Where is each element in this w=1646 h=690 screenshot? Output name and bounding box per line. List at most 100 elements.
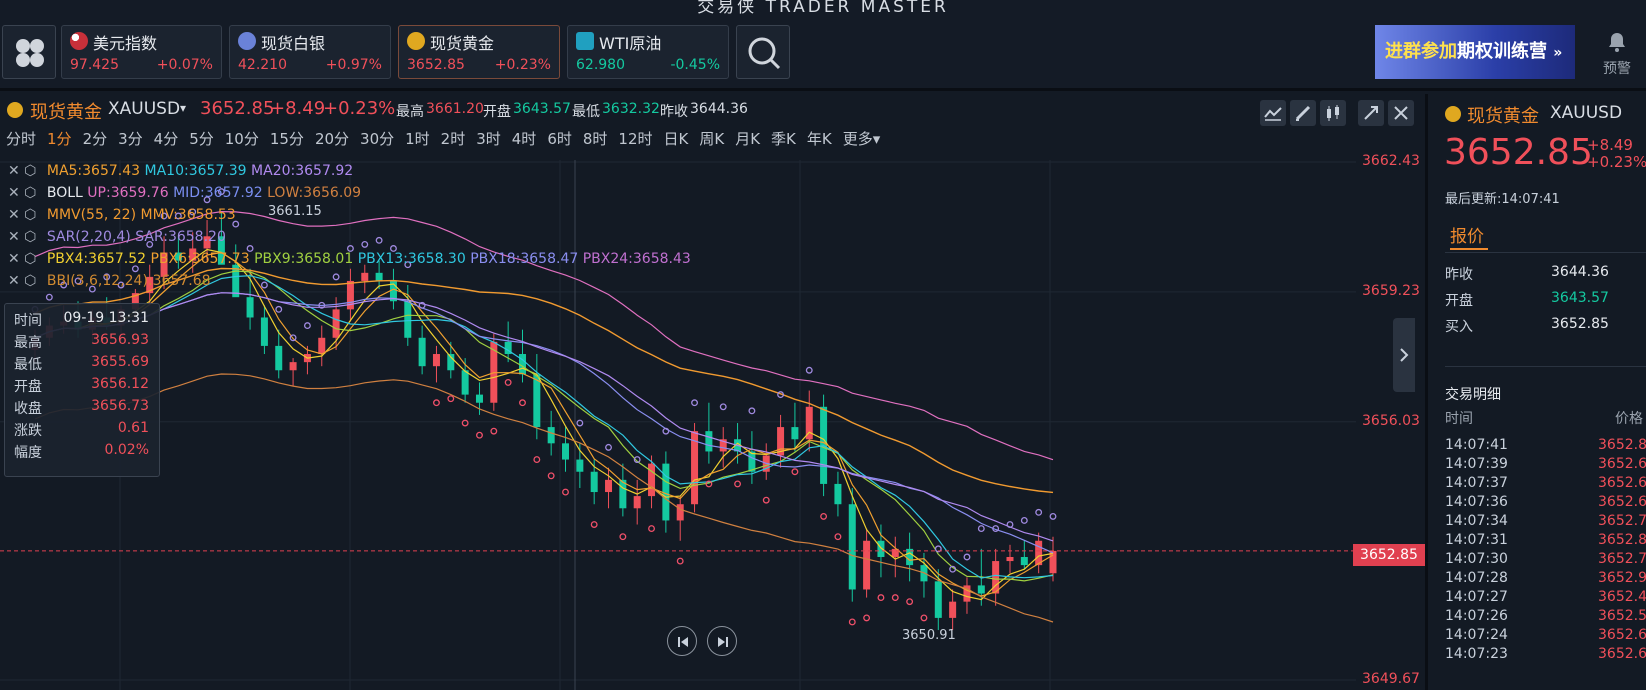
collapse-button[interactable] bbox=[1358, 100, 1384, 126]
tile-gold[interactable]: 现货黄金 3652.85 +0.23% bbox=[398, 25, 560, 79]
sar-dot bbox=[762, 496, 770, 504]
period-tab[interactable]: 20分 bbox=[315, 130, 349, 148]
sar-dot bbox=[820, 512, 828, 520]
period-tab[interactable]: 3分 bbox=[118, 130, 143, 148]
period-tab[interactable]: 年K bbox=[807, 130, 832, 148]
period-tab[interactable]: 5分 bbox=[189, 130, 214, 148]
open-value: 3643.57 bbox=[513, 101, 571, 117]
indicator-row-mmv: ✕ ⬡ MMV(55, 22) MMV:3658.53 bbox=[8, 207, 236, 223]
trade-time: 14:07:26 bbox=[1445, 608, 1508, 624]
candle bbox=[977, 585, 985, 594]
tile-change: -0.45% bbox=[670, 57, 720, 73]
sar-dot bbox=[676, 557, 684, 565]
tooltip-row: 涨跌 0.61 bbox=[14, 420, 149, 442]
period-tab[interactable]: 4时 bbox=[512, 130, 537, 148]
pencil-icon bbox=[1295, 105, 1311, 121]
candle bbox=[418, 337, 426, 367]
pbx9-line bbox=[34, 270, 1054, 582]
trade-time: 14:07:30 bbox=[1445, 551, 1508, 567]
candle bbox=[432, 354, 440, 367]
search-button[interactable] bbox=[736, 25, 790, 79]
period-tab[interactable]: 6时 bbox=[547, 130, 572, 148]
close-icon[interactable]: ✕ ⬡ bbox=[8, 185, 36, 201]
candle-tooltip: 时间 09-19 13:31 最高 3656.93 最低 3655.69 开盘 3656.12… bbox=[4, 303, 160, 477]
draw-tool-button[interactable] bbox=[1290, 100, 1316, 126]
candle bbox=[791, 427, 799, 440]
candle bbox=[260, 317, 268, 346]
tooltip-key: 最低 bbox=[14, 357, 42, 373]
period-tab[interactable]: 1分 bbox=[47, 130, 72, 148]
tooltip-key: 开盘 bbox=[14, 379, 42, 395]
tooltip-key: 时间 bbox=[14, 313, 42, 329]
apps-grid-button[interactable] bbox=[2, 25, 56, 79]
prev-button[interactable] bbox=[667, 626, 697, 656]
period-tab[interactable]: 日K bbox=[664, 130, 689, 148]
candle bbox=[1020, 556, 1028, 566]
tile-silver[interactable]: 现货白银 42.210 +0.97% bbox=[229, 25, 391, 79]
close-icon[interactable]: ✕ ⬡ bbox=[8, 229, 36, 245]
period-tab[interactable]: 15分 bbox=[270, 130, 304, 148]
candle bbox=[332, 309, 340, 338]
tile-price: 62.980 bbox=[576, 57, 625, 73]
close-icon[interactable]: ✕ ⬡ bbox=[8, 251, 36, 267]
period-tab[interactable]: 8时 bbox=[583, 130, 608, 148]
sar-dot bbox=[1020, 517, 1028, 524]
trade-time: 14:07:37 bbox=[1445, 475, 1508, 491]
period-tab[interactable]: 月K bbox=[735, 130, 760, 148]
sar-dot bbox=[963, 553, 971, 561]
shrink-icon bbox=[1364, 106, 1378, 120]
sar-dot bbox=[447, 395, 455, 403]
chevron-down-icon[interactable]: ▾ bbox=[180, 101, 186, 115]
period-tab[interactable]: 3时 bbox=[476, 130, 501, 148]
candle-type-button[interactable] bbox=[1320, 100, 1346, 126]
trade-price: 3652.68 bbox=[1598, 456, 1646, 472]
trade-time: 14:07:39 bbox=[1445, 456, 1508, 472]
period-tab[interactable]: 2时 bbox=[441, 130, 466, 148]
trade-price: 3652.77 bbox=[1598, 551, 1646, 567]
period-tab[interactable]: 4分 bbox=[154, 130, 179, 148]
tooltip-row: 最高 3656.93 bbox=[14, 332, 149, 354]
alarm-button[interactable]: 预警 bbox=[1592, 30, 1642, 78]
symbol-code[interactable]: XAUUSD bbox=[108, 99, 180, 119]
sar-dot bbox=[863, 614, 871, 622]
indicator-row-pbx: ✕ ⬡ PBX4:3657.52 PBX6:3657.73 PBX9:3658.… bbox=[8, 251, 691, 267]
ma20-line bbox=[34, 292, 1054, 542]
quote-key: 买入 bbox=[1445, 319, 1473, 335]
candle bbox=[605, 479, 613, 493]
close-icon[interactable]: ✕ ⬡ bbox=[8, 207, 36, 223]
trade-time: 14:07:28 bbox=[1445, 570, 1508, 586]
next-button[interactable] bbox=[707, 626, 737, 656]
period-tab[interactable]: 10分 bbox=[225, 130, 259, 148]
tile-usd-index[interactable]: 美元指数 97.425 +0.07% bbox=[61, 25, 222, 79]
period-tab[interactable]: 季K bbox=[771, 130, 796, 148]
candle bbox=[834, 483, 842, 505]
tab-quote[interactable]: 报价 bbox=[1450, 222, 1484, 247]
banner-text: 期权训练营 bbox=[1457, 41, 1547, 62]
period-tab[interactable]: 周K bbox=[699, 130, 724, 148]
indicator-tool-button[interactable] bbox=[1260, 100, 1286, 126]
tile-wti-oil[interactable]: WTI原油 62.980 -0.45% bbox=[567, 25, 729, 79]
close-icon[interactable]: ✕ ⬡ bbox=[8, 273, 36, 289]
candle bbox=[633, 496, 641, 509]
period-tab[interactable]: 12时 bbox=[618, 130, 652, 148]
pbx9-value: PBX9:3658.01 bbox=[254, 251, 354, 267]
pbx18-value: PBX18:3658.47 bbox=[470, 251, 579, 267]
sar-dot bbox=[648, 525, 655, 533]
sar-dot bbox=[891, 594, 899, 602]
period-tab[interactable]: 1时 bbox=[405, 130, 430, 148]
sar-dot bbox=[734, 480, 742, 488]
period-tab[interactable]: 2分 bbox=[83, 130, 108, 148]
close-chart-button[interactable] bbox=[1388, 100, 1414, 126]
sar-dot bbox=[791, 468, 799, 476]
tooltip-key: 收盘 bbox=[14, 401, 42, 417]
quote-panel: 现货黄金 XAUUSD 3652.85 +8.49 +0.23% 最后更新:14… bbox=[1425, 94, 1646, 690]
period-tab[interactable]: 更多▾ bbox=[843, 130, 881, 148]
expand-panel-button[interactable] bbox=[1393, 318, 1415, 392]
period-tab[interactable]: 30分 bbox=[360, 130, 394, 148]
candle bbox=[648, 463, 656, 497]
ma5-line bbox=[34, 251, 1054, 597]
period-tab[interactable]: 分时 bbox=[6, 130, 36, 148]
candle bbox=[848, 504, 856, 590]
close-icon[interactable]: ✕ ⬡ bbox=[8, 163, 36, 179]
promo-banner[interactable]: 进群参加期权训练营 » bbox=[1375, 25, 1575, 79]
